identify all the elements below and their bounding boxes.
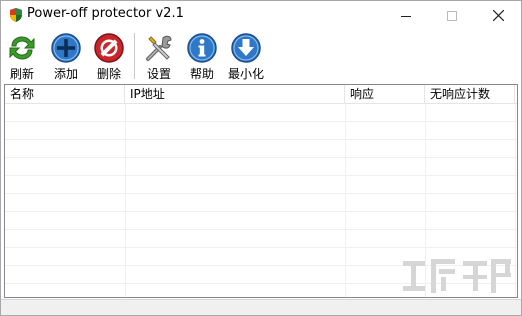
help-button[interactable]: 帮助 xyxy=(185,32,219,82)
grid-line xyxy=(5,211,517,212)
grid-line xyxy=(125,104,126,297)
grid-line xyxy=(5,247,517,248)
add-label: 添加 xyxy=(53,67,78,81)
grid-line xyxy=(5,229,517,230)
device-list[interactable]: 名称 IP地址 响应 无响应计数 xyxy=(4,84,518,298)
settings-label: 设置 xyxy=(146,67,171,81)
main-window: Power-off protector v2.1 刷新 添加 删除 设置 帮助 … xyxy=(0,0,522,316)
status-bar xyxy=(1,299,521,315)
minimize-to-tray-label: 最小化 xyxy=(227,67,264,81)
refresh-label: 刷新 xyxy=(9,67,34,81)
refresh-icon xyxy=(9,36,35,60)
delete-button[interactable]: 删除 xyxy=(92,32,126,82)
maximize-button[interactable] xyxy=(429,1,475,30)
grid-line xyxy=(5,157,517,158)
column-header-ip[interactable]: IP地址 xyxy=(125,85,345,104)
help-icon xyxy=(187,33,217,63)
window-title: Power-off protector v2.1 xyxy=(27,6,184,21)
column-header-no-response-count[interactable]: 无响应计数 xyxy=(425,85,515,104)
column-header-response[interactable]: 响应 xyxy=(345,85,425,104)
close-icon xyxy=(492,10,504,21)
grid-line xyxy=(5,283,517,284)
toolbar: 刷新 添加 删除 设置 帮助 最小化 xyxy=(1,30,521,84)
shield-app-icon xyxy=(10,8,22,22)
settings-button[interactable]: 设置 xyxy=(142,32,176,82)
grid-line xyxy=(5,193,517,194)
grid-line xyxy=(5,265,517,266)
minimize-button[interactable] xyxy=(383,1,429,30)
toolbar-separator xyxy=(134,33,135,79)
delete-icon xyxy=(94,33,124,63)
minimize-to-tray-button[interactable]: 最小化 xyxy=(225,32,267,82)
add-button[interactable]: 添加 xyxy=(49,32,83,82)
list-header: 名称 IP地址 响应 无响应计数 xyxy=(5,85,517,104)
settings-icon xyxy=(146,35,172,61)
title-bar[interactable]: Power-off protector v2.1 xyxy=(1,1,521,30)
help-label: 帮助 xyxy=(189,67,214,81)
list-body[interactable] xyxy=(5,104,517,297)
delete-label: 删除 xyxy=(96,67,121,81)
maximize-icon xyxy=(447,10,457,21)
minimize-icon xyxy=(401,15,411,17)
grid-line xyxy=(515,104,516,297)
grid-line xyxy=(5,139,517,140)
add-icon xyxy=(51,33,81,63)
refresh-button[interactable]: 刷新 xyxy=(5,32,39,82)
grid-line xyxy=(345,104,346,297)
grid-line xyxy=(5,121,517,122)
minimize-down-icon xyxy=(231,33,261,63)
column-header-name[interactable]: 名称 xyxy=(5,85,125,104)
close-button[interactable] xyxy=(475,1,521,30)
grid-line xyxy=(425,104,426,297)
grid-line xyxy=(5,175,517,176)
